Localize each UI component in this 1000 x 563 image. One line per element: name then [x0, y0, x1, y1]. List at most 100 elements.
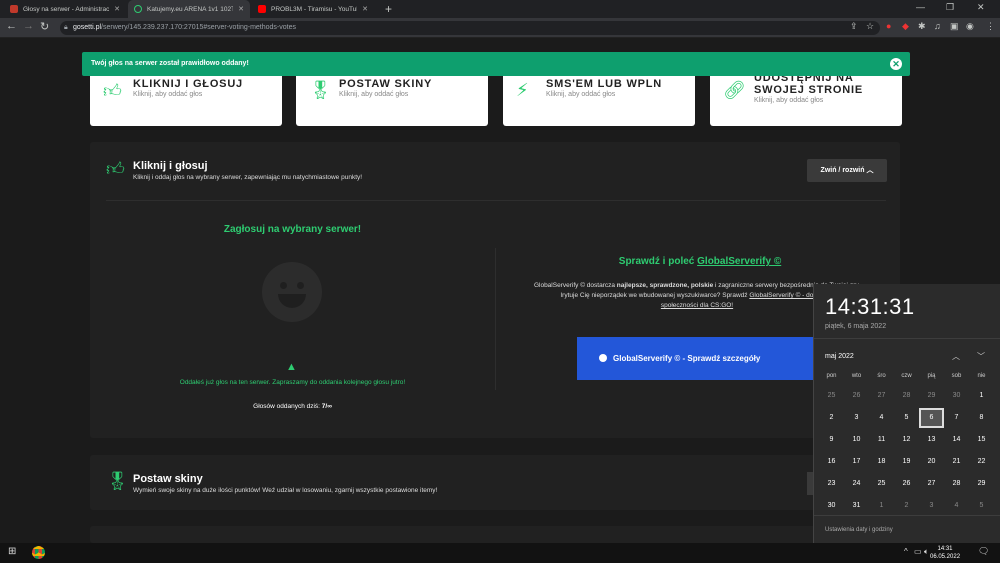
address-bar[interactable]: gosetti.pl/serwery/145.239.237.170:27015… [60, 21, 880, 35]
lock-icon[interactable]: 🔒︎ [64, 24, 68, 32]
calendar-day[interactable]: 28 [944, 474, 969, 494]
calendar-day[interactable]: 13 [919, 430, 944, 450]
calendar-day[interactable]: 5 [894, 408, 919, 428]
calendar-day[interactable]: 28 [894, 386, 919, 406]
calendar-day[interactable]: 9 [819, 430, 844, 450]
calendar-day[interactable]: 5 [969, 496, 994, 516]
calendar-day[interactable]: 1 [869, 496, 894, 516]
calendar-day[interactable]: 1 [969, 386, 994, 406]
warning-icon: ▲ [286, 361, 297, 373]
calendar-day[interactable]: 27 [919, 474, 944, 494]
chrome-icon[interactable] [32, 546, 45, 559]
extension-icon[interactable]: ◆ [902, 21, 909, 32]
windows-start-icon[interactable]: ⊞ [8, 546, 16, 557]
calendar-day[interactable]: 24 [844, 474, 869, 494]
volume-icon[interactable]: 🔈︎ [924, 547, 929, 557]
date-time-settings-link[interactable]: Ustawienia daty i godziny [825, 527, 893, 533]
calendar-day[interactable]: 6 [919, 408, 944, 428]
calendar-day[interactable]: 26 [844, 386, 869, 406]
promo-heading: Sprawdź i poleć [618, 256, 695, 267]
calendar-day[interactable]: 4 [944, 496, 969, 516]
calendar-day[interactable]: 11 [869, 430, 894, 450]
calendar-day[interactable]: 3 [919, 496, 944, 516]
maximize-icon[interactable]: ❐ [946, 2, 954, 13]
taskbar-date: 06.05.2022 [930, 554, 961, 560]
calendar-day[interactable]: 12 [894, 430, 919, 450]
calendar-month[interactable]: maj 2022 [825, 353, 854, 360]
calendar-day[interactable]: 23 [819, 474, 844, 494]
method-card-skins[interactable]: 🎖︎ Postaw skiny Kliknij, aby oddać głos [296, 68, 488, 126]
calendar-day[interactable]: 25 [869, 474, 894, 494]
toast-message: Twój głos na serwer został prawidłowo od… [91, 60, 249, 67]
new-tab-icon[interactable]: + [385, 2, 392, 16]
minimize-icon[interactable]: — [916, 2, 925, 12]
close-icon[interactable]: ✕ [890, 58, 902, 70]
close-tab-icon[interactable]: ✕ [114, 5, 120, 13]
calendar-day[interactable]: 30 [819, 496, 844, 516]
calendar-day[interactable]: 14 [944, 430, 969, 450]
calendar-day[interactable]: 7 [944, 408, 969, 428]
votes-today-value: 7/∞ [321, 403, 332, 410]
next-month-icon[interactable]: ﹀ [977, 351, 985, 362]
calendar-day[interactable]: 8 [969, 408, 994, 428]
tab-1[interactable]: Głosy na serwer - Administracja ✕ [4, 0, 126, 18]
calendar-day[interactable]: 29 [969, 474, 994, 494]
chevron-up-icon[interactable]: ^ [904, 547, 908, 556]
calendar-day[interactable]: 20 [919, 452, 944, 472]
calendar-day[interactable]: 3 [844, 408, 869, 428]
sidepanel-icon[interactable]: ▣ [950, 21, 959, 32]
calendar-day[interactable]: 2 [819, 408, 844, 428]
extension-icon[interactable]: ● [886, 21, 891, 31]
calendar-day[interactable]: 27 [869, 386, 894, 406]
success-toast: Twój głos na serwer został prawidłowo od… [82, 52, 910, 76]
calendar-day[interactable]: 21 [944, 452, 969, 472]
panel-subtitle: Kliknij i oddaj głos na wybrany serwer, … [133, 174, 363, 181]
bookmark-star-icon[interactable]: ☆ [866, 21, 874, 32]
promo-link[interactable]: społeczności dla CS:GO! [661, 302, 733, 309]
close-tab-icon[interactable]: ✕ [238, 5, 244, 13]
calendar-day[interactable]: 18 [869, 452, 894, 472]
method-card-sms[interactable]: ⚡︎ SMS'em lub WPLN Kliknij, aby oddać gł… [503, 68, 695, 126]
globalserverify-button[interactable]: GlobalServerify © - Sprawdź szczegóły [577, 337, 817, 380]
panel-title: Postaw skiny [133, 473, 203, 485]
calendar-day[interactable]: 29 [919, 386, 944, 406]
collapse-toggle-button[interactable]: Zwiń / rozwiń ︿ [807, 159, 887, 182]
clock-date[interactable]: piątek, 6 maja 2022 [825, 323, 886, 330]
calendar-day[interactable]: 15 [969, 430, 994, 450]
calendar-day[interactable]: 30 [944, 386, 969, 406]
method-card-click-vote[interactable]: 👍︎ Kliknij i głosuj Kliknij, aby oddać g… [90, 68, 282, 126]
link-icon: 🔗︎ [723, 80, 746, 100]
media-icon[interactable]: ♫ [934, 21, 941, 31]
notifications-icon[interactable]: 🗨︎ [978, 546, 989, 557]
network-icon[interactable]: ▭ [914, 547, 922, 556]
extensions-puzzle-icon[interactable]: ✱ [918, 21, 926, 32]
forward-icon[interactable]: → [23, 20, 34, 32]
calendar-day[interactable]: 2 [894, 496, 919, 516]
tab-2[interactable]: Katujemy.eu ARENA 1v1 102TR ✕ [128, 0, 250, 18]
toggle-label: Zwiń / rozwiń [820, 167, 865, 174]
calendar-day[interactable]: 10 [844, 430, 869, 450]
share-icon[interactable]: ⇪ [850, 21, 858, 32]
divider [106, 200, 886, 201]
taskbar-clock[interactable]: 14:31 06.05.2022 [930, 545, 960, 561]
divider [495, 248, 496, 390]
calendar-day[interactable]: 31 [844, 496, 869, 516]
reload-icon[interactable]: ↻ [40, 20, 49, 33]
close-window-icon[interactable]: ✕ [977, 2, 985, 13]
weekday-label: wto [851, 373, 862, 379]
promo-heading-link[interactable]: GlobalServerify © [697, 256, 781, 267]
close-tab-icon[interactable]: ✕ [362, 5, 368, 13]
calendar-day[interactable]: 17 [844, 452, 869, 472]
tab-3[interactable]: PROBL3M - Tiramisu - YouTube ✕ [252, 0, 374, 18]
calendar-day[interactable]: 22 [969, 452, 994, 472]
calendar-day[interactable]: 19 [894, 452, 919, 472]
method-card-share[interactable]: 🔗︎ Udostępnij na swojej stronie Kliknij,… [710, 68, 902, 126]
calendar-day[interactable]: 25 [819, 386, 844, 406]
prev-month-icon[interactable]: ︿ [952, 351, 960, 362]
profile-avatar-icon[interactable]: ◉ [966, 21, 974, 32]
back-icon[interactable]: ← [6, 20, 17, 32]
calendar-day[interactable]: 16 [819, 452, 844, 472]
menu-kebab-icon[interactable]: ⋮ [986, 21, 995, 32]
calendar-day[interactable]: 26 [894, 474, 919, 494]
calendar-day[interactable]: 4 [869, 408, 894, 428]
